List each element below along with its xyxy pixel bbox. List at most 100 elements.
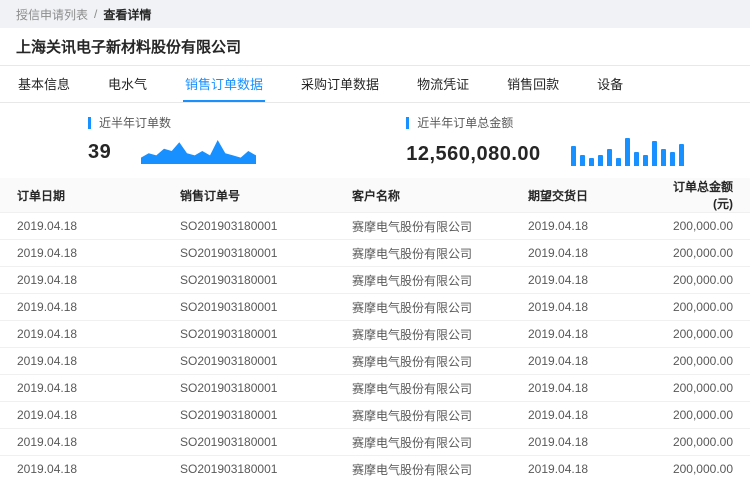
cell-delivery-date: 2019.04.18 <box>528 429 658 456</box>
tab-sales-orders[interactable]: 销售订单数据 <box>183 66 265 102</box>
cell-order-no: SO201903180001 <box>180 294 352 321</box>
cell-delivery-date: 2019.04.18 <box>528 348 658 375</box>
amount-bar <box>643 155 648 166</box>
cell-order-date: 2019.04.18 <box>0 267 180 294</box>
cell-order-date: 2019.04.18 <box>0 429 180 456</box>
amount-bar <box>580 155 585 166</box>
cell-delivery-date: 2019.04.18 <box>528 321 658 348</box>
tab-bar: 基本信息 电水气 销售订单数据 采购订单数据 物流凭证 销售回款 设备 <box>0 66 750 103</box>
cell-amount: 200,000.00 <box>658 375 750 402</box>
tab-equipment[interactable]: 设备 <box>595 66 625 102</box>
cell-order-date: 2019.04.18 <box>0 375 180 402</box>
cell-delivery-date: 2019.04.18 <box>528 375 658 402</box>
amount-bar <box>652 141 657 166</box>
breadcrumb-separator: / <box>94 7 97 21</box>
cell-customer: 赛摩电气股份有限公司 <box>352 294 528 321</box>
stats-section: 近半年订单数 39 近半年订单总金额 12,560,080.00 <box>0 103 750 178</box>
cell-order-date: 2019.04.18 <box>0 348 180 375</box>
cell-order-date: 2019.04.18 <box>0 213 180 240</box>
stat-order-amount-header: 近半年订单总金额 <box>406 114 683 131</box>
cell-delivery-date: 2019.04.18 <box>528 240 658 267</box>
cell-order-no: SO201903180001 <box>180 267 352 294</box>
amount-bar <box>607 149 612 166</box>
amount-bar <box>661 149 666 166</box>
stat-order-amount-body: 12,560,080.00 <box>406 136 683 166</box>
table-header: 订单日期 销售订单号 客户名称 期望交货日 订单总金额(元) <box>0 178 750 213</box>
stat-order-count: 近半年订单数 39 <box>88 114 256 166</box>
tab-purchase-orders[interactable]: 采购订单数据 <box>299 66 381 102</box>
cell-customer: 赛摩电气股份有限公司 <box>352 321 528 348</box>
table-row[interactable]: 2019.04.18SO201903180001赛摩电气股份有限公司2019.0… <box>0 267 750 294</box>
amount-bar-chart <box>571 136 684 166</box>
cell-order-no: SO201903180001 <box>180 375 352 402</box>
cell-amount: 200,000.00 <box>658 456 750 481</box>
cell-order-no: SO201903180001 <box>180 213 352 240</box>
cell-order-date: 2019.04.18 <box>0 402 180 429</box>
cell-customer: 赛摩电气股份有限公司 <box>352 456 528 481</box>
table-row[interactable]: 2019.04.18SO201903180001赛摩电气股份有限公司2019.0… <box>0 294 750 321</box>
cell-delivery-date: 2019.04.18 <box>528 213 658 240</box>
cell-customer: 赛摩电气股份有限公司 <box>352 375 528 402</box>
cell-amount: 200,000.00 <box>658 348 750 375</box>
cell-order-no: SO201903180001 <box>180 321 352 348</box>
cell-delivery-date: 2019.04.18 <box>528 294 658 321</box>
table-row[interactable]: 2019.04.18SO201903180001赛摩电气股份有限公司2019.0… <box>0 456 750 481</box>
amount-bar <box>634 152 639 166</box>
amount-bar <box>589 158 594 166</box>
screen: 授信申请列表 / 查看详情 上海关讯电子新材料股份有限公司 基本信息 电水气 销… <box>0 0 750 481</box>
table-row[interactable]: 2019.04.18SO201903180001赛摩电气股份有限公司2019.0… <box>0 429 750 456</box>
tab-logistics-docs[interactable]: 物流凭证 <box>415 66 471 102</box>
table-row[interactable]: 2019.04.18SO201903180001赛摩电气股份有限公司2019.0… <box>0 348 750 375</box>
orders-sparkline-chart <box>141 136 256 164</box>
table-body: 2019.04.18SO201903180001赛摩电气股份有限公司2019.0… <box>0 213 750 481</box>
cell-order-date: 2019.04.18 <box>0 240 180 267</box>
stat-order-count-body: 39 <box>88 136 256 164</box>
cell-amount: 200,000.00 <box>658 321 750 348</box>
amount-bar <box>598 155 603 166</box>
orders-sparkline-area <box>141 140 256 164</box>
stat-order-amount-value: 12,560,080.00 <box>406 142 540 166</box>
detail-card: 上海关讯电子新材料股份有限公司 基本信息 电水气 销售订单数据 采购订单数据 物… <box>0 28 750 481</box>
breadcrumb-current: 查看详情 <box>103 6 151 23</box>
stat-order-amount: 近半年订单总金额 12,560,080.00 <box>406 114 683 166</box>
title-bar: 上海关讯电子新材料股份有限公司 <box>0 28 750 66</box>
stat-order-count-value: 39 <box>88 140 111 164</box>
blue-tick-icon <box>406 117 409 129</box>
tab-utilities[interactable]: 电水气 <box>106 66 149 102</box>
stat-order-amount-label: 近半年订单总金额 <box>417 114 513 131</box>
cell-amount: 200,000.00 <box>658 267 750 294</box>
cell-amount: 200,000.00 <box>658 429 750 456</box>
cell-customer: 赛摩电气股份有限公司 <box>352 213 528 240</box>
col-amount: 订单总金额(元) <box>658 178 750 213</box>
cell-order-date: 2019.04.18 <box>0 294 180 321</box>
cell-customer: 赛摩电气股份有限公司 <box>352 348 528 375</box>
col-order-no: 销售订单号 <box>180 178 352 213</box>
stat-order-count-label: 近半年订单数 <box>99 114 171 131</box>
breadcrumb-parent-link[interactable]: 授信申请列表 <box>16 6 88 23</box>
table-row[interactable]: 2019.04.18SO201903180001赛摩电气股份有限公司2019.0… <box>0 375 750 402</box>
amount-bar <box>625 138 630 166</box>
tab-sales-collection[interactable]: 销售回款 <box>505 66 561 102</box>
cell-amount: 200,000.00 <box>658 294 750 321</box>
cell-order-date: 2019.04.18 <box>0 321 180 348</box>
table-row[interactable]: 2019.04.18SO201903180001赛摩电气股份有限公司2019.0… <box>0 321 750 348</box>
cell-order-no: SO201903180001 <box>180 456 352 481</box>
col-customer: 客户名称 <box>352 178 528 213</box>
cell-order-no: SO201903180001 <box>180 402 352 429</box>
orders-table: 订单日期 销售订单号 客户名称 期望交货日 订单总金额(元) 2019.04.1… <box>0 178 750 481</box>
cell-order-no: SO201903180001 <box>180 348 352 375</box>
table-row[interactable]: 2019.04.18SO201903180001赛摩电气股份有限公司2019.0… <box>0 402 750 429</box>
amount-bar <box>616 158 621 166</box>
cell-customer: 赛摩电气股份有限公司 <box>352 240 528 267</box>
col-order-date: 订单日期 <box>0 178 180 213</box>
stat-order-count-header: 近半年订单数 <box>88 114 256 131</box>
tab-basic-info[interactable]: 基本信息 <box>16 66 72 102</box>
blue-tick-icon <box>88 117 91 129</box>
cell-order-no: SO201903180001 <box>180 429 352 456</box>
cell-amount: 200,000.00 <box>658 402 750 429</box>
amount-bar <box>679 144 684 166</box>
cell-customer: 赛摩电气股份有限公司 <box>352 267 528 294</box>
page-title: 上海关讯电子新材料股份有限公司 <box>16 36 241 57</box>
table-row[interactable]: 2019.04.18SO201903180001赛摩电气股份有限公司2019.0… <box>0 213 750 240</box>
table-row[interactable]: 2019.04.18SO201903180001赛摩电气股份有限公司2019.0… <box>0 240 750 267</box>
